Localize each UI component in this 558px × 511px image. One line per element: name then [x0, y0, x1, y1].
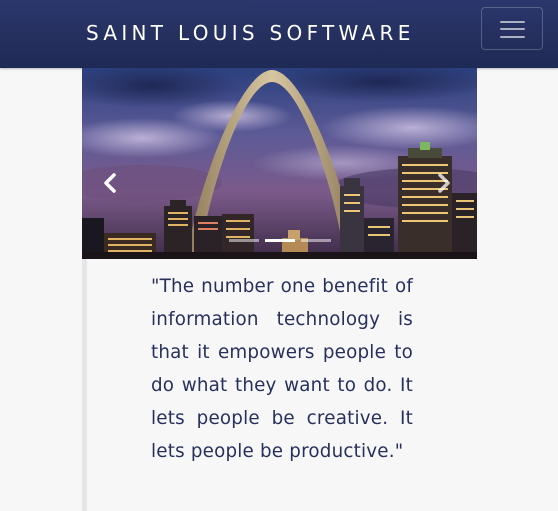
carousel-indicator-3[interactable] — [300, 239, 331, 242]
image-carousel — [82, 68, 477, 259]
quote-block: "The number one benefit of information t… — [82, 259, 558, 511]
carousel-indicators — [82, 239, 477, 243]
carousel-next-button[interactable] — [434, 170, 454, 196]
chevron-right-icon — [438, 173, 450, 193]
carousel-indicator-2[interactable] — [264, 239, 295, 242]
hamburger-menu-icon-bar — [500, 36, 525, 38]
navbar-toggle-button[interactable] — [481, 7, 543, 50]
quote-text: "The number one benefit of information t… — [151, 276, 413, 462]
chevron-left-icon — [104, 173, 116, 193]
navbar: SAINT LOUIS SOFTWARE — [0, 0, 558, 68]
hamburger-menu-icon-bar — [500, 28, 525, 30]
brand-title[interactable]: SAINT LOUIS SOFTWARE — [86, 18, 415, 48]
carousel-prev-button[interactable] — [100, 170, 120, 196]
hamburger-menu-icon — [500, 21, 525, 23]
carousel-indicator-1[interactable] — [228, 239, 259, 242]
carousel-slide-image — [82, 68, 477, 259]
